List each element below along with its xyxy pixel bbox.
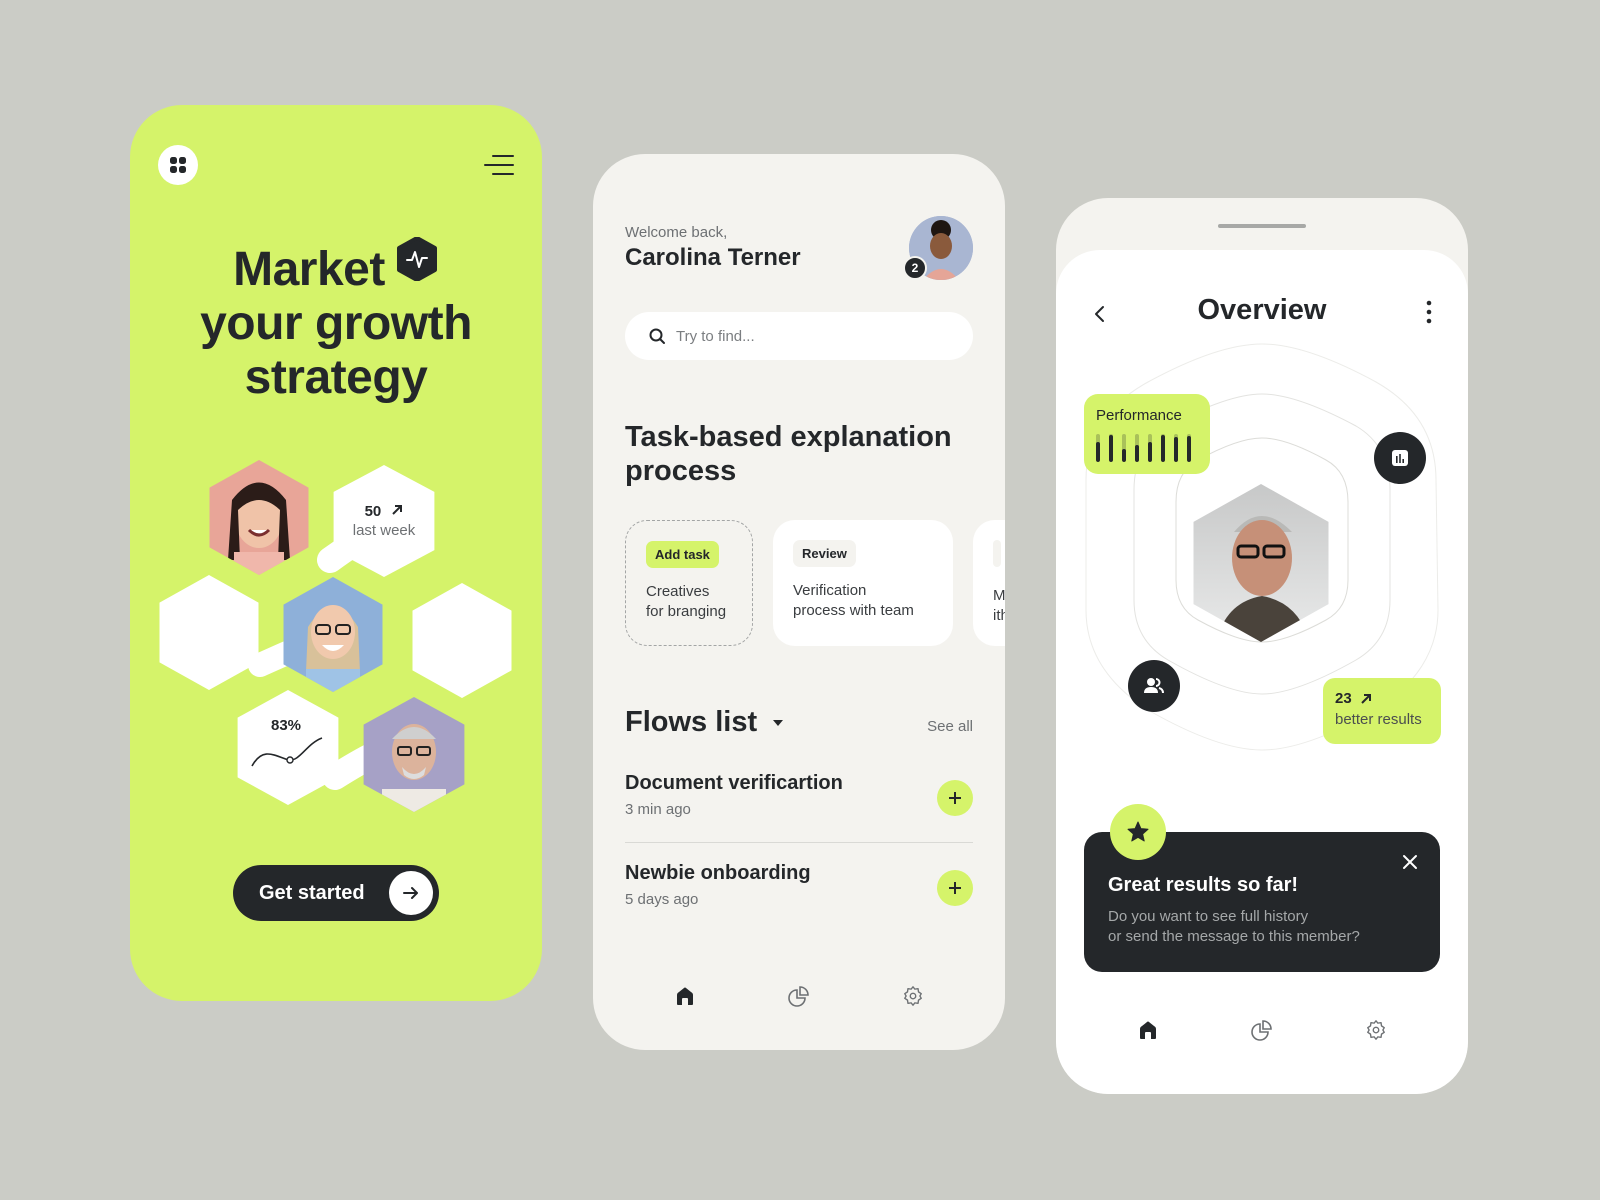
section-title: Task-based explanation process [625, 421, 952, 487]
team-button[interactable] [1128, 660, 1180, 712]
performance-bar [1109, 434, 1113, 462]
divider [625, 842, 973, 843]
performance-bar-fill [1187, 436, 1191, 462]
performance-bar [1096, 434, 1100, 462]
add-task-chip[interactable]: Add task [646, 541, 719, 568]
home-icon [1140, 1021, 1156, 1039]
performance-bar [1187, 434, 1191, 462]
more-vertical-icon[interactable] [1426, 300, 1432, 324]
close-icon[interactable] [1402, 854, 1418, 870]
overview-sheet: Overview Performance 23 better results G… [1056, 250, 1468, 1094]
get-started-button[interactable]: Get started [233, 865, 439, 921]
drag-handle[interactable] [1218, 224, 1306, 228]
tab-analytics[interactable] [1250, 1018, 1274, 1042]
notification-badge: 2 [903, 256, 927, 280]
pie-chart-icon [788, 986, 809, 1007]
add-flow-button[interactable] [937, 780, 973, 816]
performance-bar-fill [1135, 444, 1139, 462]
tab-analytics[interactable] [787, 984, 811, 1008]
bar-chart-icon [1392, 450, 1408, 466]
home-icon [677, 987, 693, 1005]
gear-icon [1367, 1020, 1385, 1040]
plus-icon [949, 882, 961, 894]
tab-settings[interactable] [901, 984, 925, 1008]
tab-bar [593, 984, 1005, 1008]
welcome-text: Welcome back, [625, 224, 728, 241]
arrow-up-right-icon [1360, 693, 1371, 704]
pie-chart-icon [1251, 1020, 1272, 1041]
onboarding-screen: Market your growth strategy 50 last week… [130, 105, 542, 1001]
see-all-link[interactable]: See all [927, 718, 973, 735]
results-card[interactable]: 23 better results [1323, 678, 1441, 744]
star-icon [1110, 804, 1166, 860]
user-name: Carolina Terner [625, 244, 801, 271]
flows-dropdown[interactable]: Flows list [625, 706, 784, 739]
home-screen: Welcome back, Carolina Terner 2 Task-bas… [593, 154, 1005, 1050]
performance-bar [1122, 434, 1126, 462]
performance-bar-fill [1109, 435, 1113, 462]
task-card-partial[interactable]: Mith [973, 520, 1005, 646]
performance-bars [1096, 434, 1198, 462]
performance-bar [1161, 434, 1165, 462]
results-toast[interactable]: Great results so far! Do you want to see… [1084, 804, 1440, 972]
tab-home[interactable] [673, 984, 697, 1008]
trend-line-icon [251, 737, 323, 767]
performance-bar-fill [1148, 441, 1152, 462]
plus-icon [949, 792, 961, 804]
users-icon [1144, 678, 1164, 694]
arrow-up-right-icon [392, 505, 403, 515]
performance-bar [1174, 434, 1178, 462]
overview-screen: Overview Performance 23 better results G… [1056, 198, 1468, 1094]
search-input[interactable] [676, 327, 956, 345]
performance-bar [1148, 434, 1152, 462]
caret-down-icon [773, 719, 784, 726]
task-card-add[interactable]: Add task Creatives for branging [625, 520, 753, 646]
performance-bar-fill [1122, 449, 1126, 462]
performance-card[interactable]: Performance [1084, 394, 1210, 474]
tab-bar [1056, 1018, 1468, 1042]
performance-bar-fill [1161, 435, 1165, 462]
search-icon [649, 328, 665, 344]
search-field[interactable] [625, 312, 973, 360]
tab-settings[interactable] [1364, 1018, 1388, 1042]
review-chip: Review [793, 540, 856, 567]
arrow-right-icon [389, 871, 433, 915]
stats-button[interactable] [1374, 432, 1426, 484]
tab-home[interactable] [1136, 1018, 1160, 1042]
add-flow-button[interactable] [937, 870, 973, 906]
flow-item[interactable]: Document verificartion 3 min ago [625, 772, 973, 832]
performance-bar [1135, 434, 1139, 462]
gear-icon [904, 986, 922, 1006]
performance-bar-fill [1174, 437, 1178, 462]
flow-item[interactable]: Newbie onboarding 5 days ago [625, 862, 973, 922]
page-title: Overview [1197, 294, 1327, 326]
task-card-review[interactable]: Review Verification process with team [773, 520, 953, 646]
performance-bar-fill [1096, 441, 1100, 462]
task-chip [993, 540, 1001, 567]
